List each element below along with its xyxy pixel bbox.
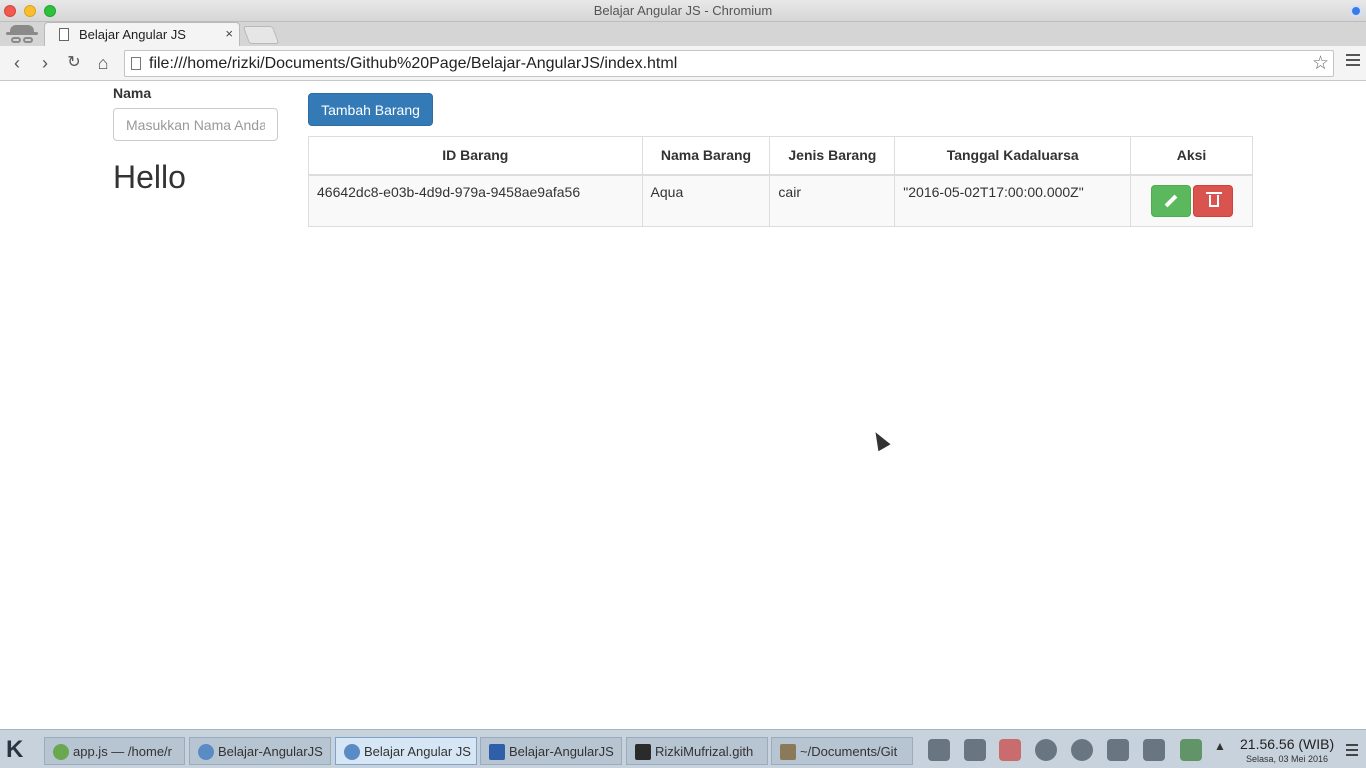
header-id: ID Barang — [308, 136, 643, 176]
security-shield-icon[interactable] — [1180, 739, 1202, 761]
address-bar[interactable]: file:///home/rizki/Documents/Github%20Pa… — [124, 50, 1334, 77]
app-icon — [53, 744, 69, 760]
items-table: ID Barang Nama Barang Jenis Barang Tangg… — [308, 136, 1253, 227]
battery-icon[interactable] — [999, 739, 1021, 761]
task-documents[interactable]: ~/Documents/Git — [771, 737, 913, 765]
browser-menu-icon[interactable] — [1346, 54, 1360, 69]
back-button[interactable]: ‹ — [6, 52, 28, 74]
clipboard-icon[interactable] — [964, 739, 986, 761]
kde-launcher-icon[interactable]: K — [6, 736, 23, 764]
window-title: Belajar Angular JS - Chromium — [593, 3, 773, 18]
header-tanggal: Tanggal Kadaluarsa — [894, 136, 1132, 176]
task-label: Belajar-AngularJS — [218, 744, 323, 759]
reload-button[interactable]: ↻ — [63, 52, 85, 74]
pencil-icon — [1164, 194, 1177, 207]
browser-toolbar: ‹ › ↻ ⌂ file:///home/rizki/Documents/Git… — [0, 46, 1366, 81]
window-titlebar: Belajar Angular JS - Chromium — [0, 0, 1366, 22]
header-aksi: Aksi — [1130, 136, 1253, 176]
taskbar-menu-icon[interactable] — [1346, 744, 1358, 759]
chromium-icon — [344, 744, 360, 760]
greeting-heading: Hello — [113, 159, 186, 195]
display-icon[interactable] — [1143, 739, 1165, 761]
page-icon — [59, 28, 69, 41]
add-item-button[interactable]: Tambah Barang — [308, 93, 433, 126]
user-icon[interactable] — [928, 739, 950, 761]
forward-button[interactable]: › — [34, 52, 56, 74]
task-belajar-angularjs-1[interactable]: Belajar-AngularJS — [189, 737, 331, 765]
home-button[interactable]: ⌂ — [92, 52, 114, 74]
sublime-icon — [780, 744, 796, 760]
media-play-icon[interactable] — [1071, 739, 1093, 761]
mail-icon — [489, 744, 505, 760]
name-input[interactable] — [113, 108, 278, 141]
task-label: ~/Documents/Git — [800, 744, 898, 759]
header-jenis: Jenis Barang — [769, 136, 896, 176]
volume-icon[interactable] — [1107, 739, 1129, 761]
task-label: Belajar-AngularJS — [509, 744, 614, 759]
cell-jenis: cair — [769, 174, 896, 227]
tray-expand-icon[interactable]: ▲ — [1214, 739, 1230, 761]
page-icon — [131, 57, 141, 70]
table-row: 46642dc8-e03b-4d9d-979a-9458ae9afa56 Aqu… — [308, 174, 1253, 227]
edit-button[interactable] — [1150, 184, 1191, 217]
taskbar: K app.js — /home/r Belajar-AngularJS Bel… — [0, 729, 1366, 768]
table-header-row: ID Barang Nama Barang Jenis Barang Tangg… — [308, 136, 1253, 176]
network-icon[interactable] — [1035, 739, 1057, 761]
tab-title: Belajar Angular JS — [79, 27, 186, 42]
url-text: file:///home/rizki/Documents/Github%20Pa… — [149, 55, 678, 72]
task-label: Belajar Angular JS — [364, 744, 471, 759]
tab-belajar-angular[interactable]: Belajar Angular JS × — [44, 22, 240, 46]
terminal-icon — [635, 744, 651, 760]
page-content: Nama Hello Tambah Barang ID Barang Nama … — [0, 81, 1366, 729]
delete-button[interactable] — [1192, 184, 1233, 217]
task-label: app.js — /home/r — [73, 744, 172, 759]
new-tab-button[interactable] — [242, 26, 280, 44]
tab-close-button[interactable]: × — [225, 26, 233, 41]
clock-time[interactable]: 21.56.56 (WIB) — [1240, 736, 1334, 752]
task-belajar-angularjs-2[interactable]: Belajar-AngularJS — [480, 737, 622, 765]
cell-nama: Aqua — [641, 174, 771, 227]
chromium-icon — [1350, 5, 1362, 17]
task-terminal[interactable]: RizkiMufrizal.gith — [626, 737, 768, 765]
chromium-icon — [198, 744, 214, 760]
name-label: Nama — [113, 85, 152, 101]
bookmark-star-icon[interactable]: ☆ — [1312, 52, 1329, 75]
trash-icon — [1208, 194, 1219, 207]
clock-date: Selasa, 03 Mei 2016 — [1246, 754, 1329, 764]
tab-strip: Belajar Angular JS × — [0, 22, 1366, 46]
incognito-icon — [6, 22, 38, 46]
cell-id: 46642dc8-e03b-4d9d-979a-9458ae9afa56 — [308, 174, 643, 227]
task-app-js[interactable]: app.js — /home/r — [44, 737, 185, 765]
cell-tanggal: "2016-05-02T17:00:00.000Z" — [894, 174, 1132, 227]
header-nama: Nama Barang — [641, 136, 771, 176]
task-label: RizkiMufrizal.gith — [655, 744, 754, 759]
cell-aksi — [1130, 174, 1253, 227]
task-belajar-angular-js[interactable]: Belajar Angular JS — [335, 737, 477, 765]
